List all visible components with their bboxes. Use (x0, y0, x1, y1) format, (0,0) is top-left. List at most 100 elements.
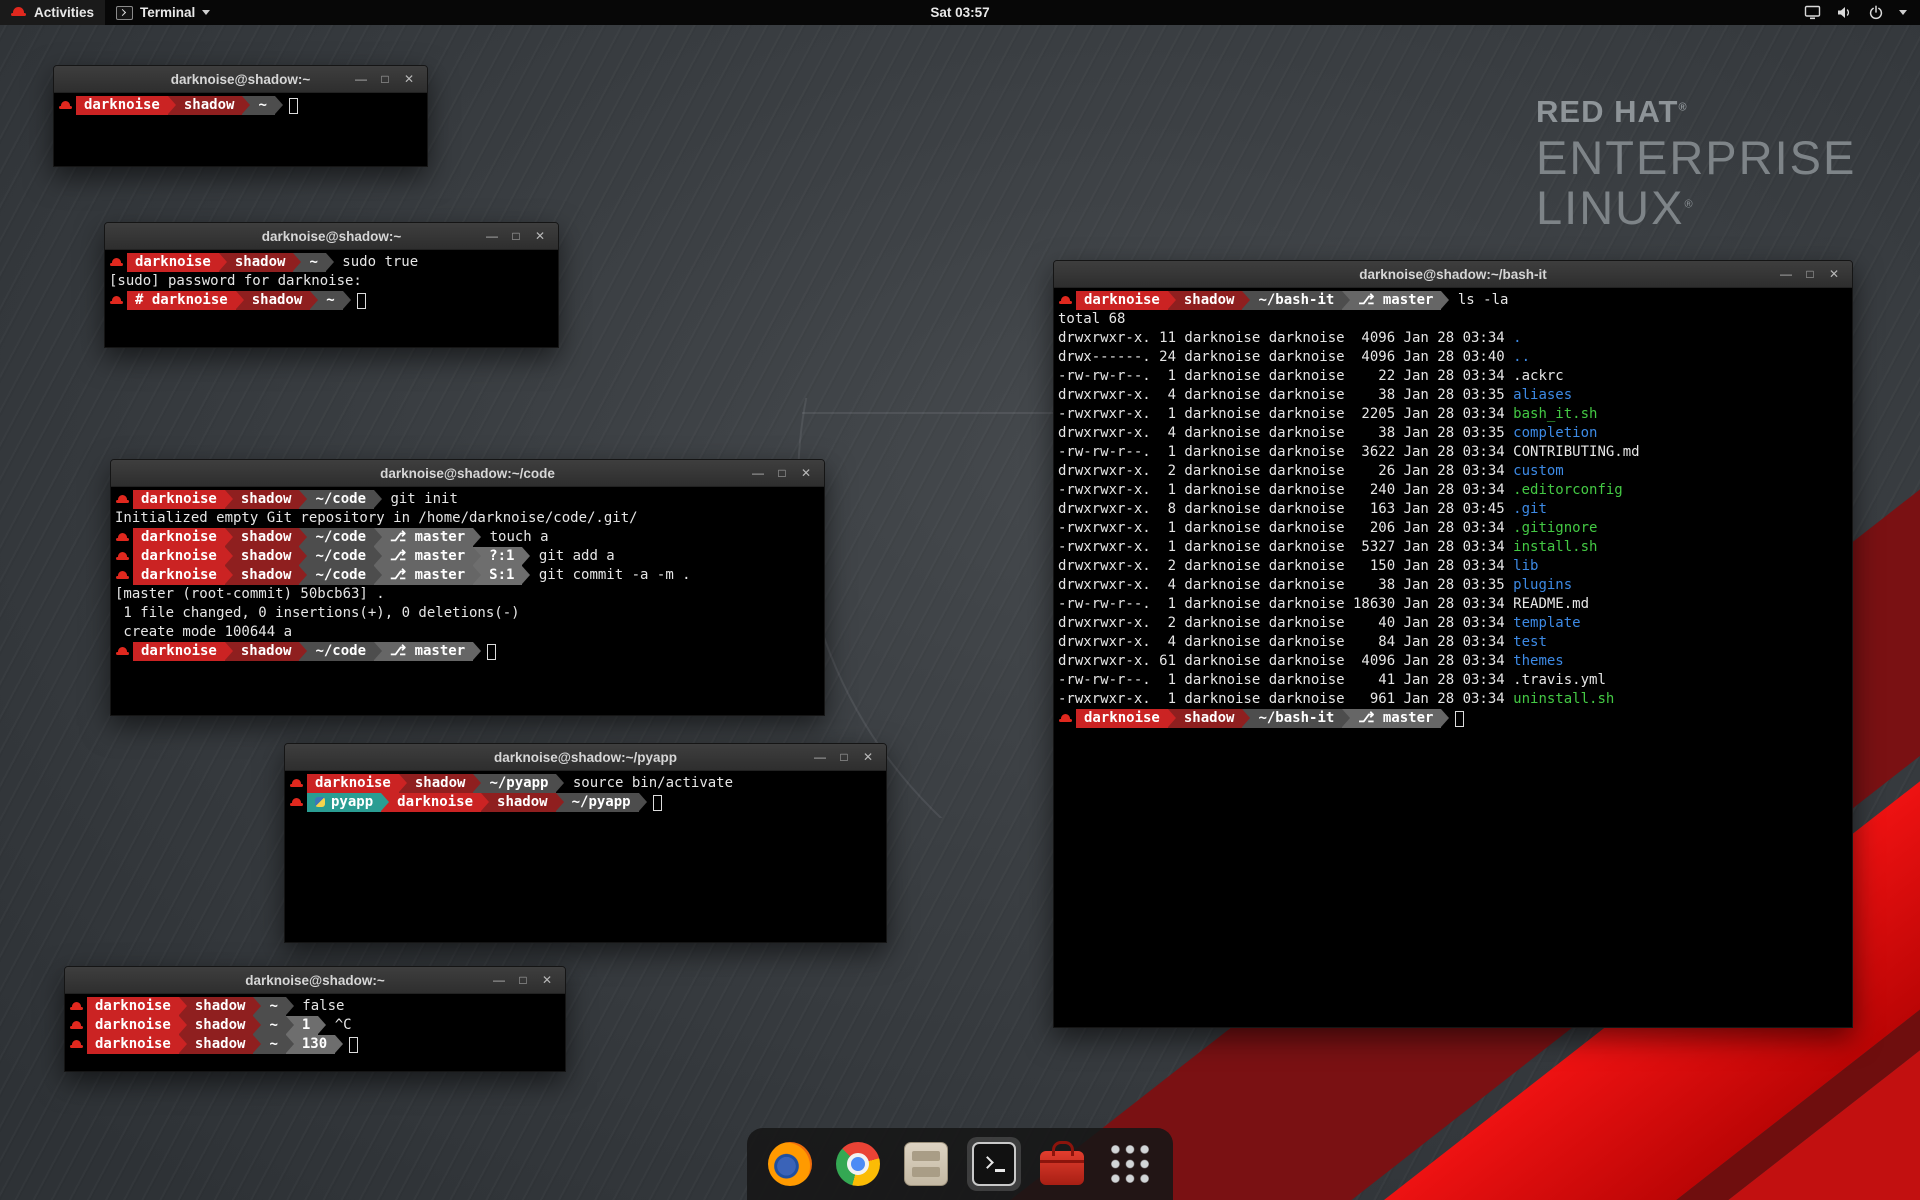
fedora-prompt-icon (115, 547, 131, 566)
terminal-text: drwxrwxr-x. 11 darknoise darknoise 4096 … (1058, 329, 1513, 348)
dock-item-chrome[interactable] (831, 1137, 885, 1191)
terminal-line: drwx------. 24 darknoise darknoise 4096 … (1058, 348, 1848, 367)
close-button[interactable]: ✕ (537, 970, 557, 990)
powerline-separator (1441, 709, 1449, 728)
prompt-segment-user: darknoise (87, 1035, 179, 1054)
minimize-button[interactable]: — (1776, 264, 1796, 284)
dock-item-files[interactable] (899, 1137, 953, 1191)
powerline-separator (343, 291, 351, 310)
maximize-button[interactable]: □ (375, 69, 395, 89)
close-button[interactable]: ✕ (399, 69, 419, 89)
prompt-segment-git: ⎇ master (382, 547, 473, 566)
maximize-button[interactable]: □ (506, 226, 526, 246)
powerline-separator (374, 490, 382, 509)
terminal-body[interactable]: darknoiseshadow~ sudo true[sudo] passwor… (105, 250, 558, 347)
terminal-text: drwxrwxr-x. 2 darknoise darknoise 26 Jan… (1058, 462, 1513, 481)
activities-button[interactable]: Activities (0, 0, 105, 25)
powerline-separator (293, 253, 301, 272)
powerline-separator (374, 566, 382, 585)
powerline-separator (473, 642, 481, 661)
powerline-separator (286, 1035, 294, 1054)
close-button[interactable]: ✕ (1824, 264, 1844, 284)
prompt-segment-user: darknoise (1076, 709, 1168, 728)
terminal-text: git add a (530, 547, 614, 566)
minimize-button[interactable]: — (748, 463, 768, 483)
prompt-segment-host: shadow (489, 793, 556, 812)
window-titlebar[interactable]: darknoise@shadow:~/pyapp — □ ✕ (285, 744, 886, 771)
prompt-segment-path: ~ (261, 1035, 285, 1054)
clock[interactable]: Sat 03:57 (920, 0, 999, 25)
prompt-segment-path: ~/bash-it (1250, 291, 1342, 310)
window-titlebar[interactable]: darknoise@shadow:~/bash-it — □ ✕ (1054, 261, 1852, 288)
prompt-segment-host: shadow (233, 528, 300, 547)
prompt-segment-path: ~ (318, 291, 342, 310)
terminal-cursor (349, 1037, 358, 1053)
powerline-separator (299, 490, 307, 509)
prompt-segment-user: darknoise (127, 253, 219, 272)
files-icon (904, 1142, 948, 1186)
window-titlebar[interactable]: darknoise@shadow:~/code — □ ✕ (111, 460, 824, 487)
prompt-segment-user: darknoise (133, 547, 225, 566)
terminal-line: drwxrwxr-x. 4 darknoise darknoise 38 Jan… (1058, 576, 1848, 595)
terminal-text: README.md (1513, 595, 1589, 614)
terminal-window-pyapp: darknoise@shadow:~/pyapp — □ ✕ darknoise… (284, 743, 887, 943)
prompt-segment-user: darknoise (133, 528, 225, 547)
close-button[interactable]: ✕ (530, 226, 550, 246)
terminal-body[interactable]: darknoiseshadow~ falsedarknoiseshadow~1 … (65, 994, 565, 1071)
power-icon (1868, 5, 1884, 21)
powerline-separator (225, 528, 233, 547)
maximize-button[interactable]: □ (513, 970, 533, 990)
terminal-text: drwxrwxr-x. 61 darknoise darknoise 4096 … (1058, 652, 1513, 671)
terminal-body[interactable]: darknoiseshadow~/code git initInitialize… (111, 487, 824, 715)
terminal-line: pyappdarknoiseshadow~/pyapp (289, 793, 882, 812)
dock-item-firefox[interactable] (763, 1137, 817, 1191)
terminal-line: -rw-rw-r--. 1 darknoise darknoise 3622 J… (1058, 443, 1848, 462)
terminal-text: -rwxrwxr-x. 1 darknoise darknoise 961 Ja… (1058, 690, 1513, 709)
terminal-body[interactable]: darknoiseshadow~/bash-it⎇ master ls -lat… (1054, 288, 1852, 1027)
fedora-prompt-icon (289, 774, 305, 793)
powerline-separator (225, 490, 233, 509)
terminal-body[interactable]: darknoiseshadow~/pyapp source bin/activa… (285, 771, 886, 942)
file-name: themes (1513, 652, 1564, 671)
system-menu-button[interactable] (1791, 0, 1920, 25)
maximize-button[interactable]: □ (772, 463, 792, 483)
minimize-button[interactable]: — (482, 226, 502, 246)
powerline-separator (168, 96, 176, 115)
maximize-button[interactable]: □ (1800, 264, 1820, 284)
powerline-separator (253, 997, 261, 1016)
maximize-button[interactable]: □ (834, 747, 854, 767)
close-button[interactable]: ✕ (858, 747, 878, 767)
minimize-button[interactable]: — (810, 747, 830, 767)
file-name: custom (1513, 462, 1564, 481)
minimize-button[interactable]: — (489, 970, 509, 990)
dock-item-appgrid[interactable] (1103, 1137, 1157, 1191)
fedora-prompt-icon (69, 1035, 85, 1054)
terminal-line: darknoiseshadow~130 (69, 1035, 561, 1054)
fedora-prompt-icon (1058, 709, 1074, 728)
terminal-text: 1 file changed, 0 insertions(+), 0 delet… (115, 604, 520, 623)
dock-item-terminal[interactable] (967, 1137, 1021, 1191)
terminal-text: -rw-rw-r--. 1 darknoise darknoise 41 Jan… (1058, 671, 1513, 690)
window-titlebar[interactable]: darknoise@shadow:~ — □ ✕ (65, 967, 565, 994)
window-titlebar[interactable]: darknoise@shadow:~ — □ ✕ (54, 66, 427, 93)
terminal-line: -rwxrwxr-x. 1 darknoise darknoise 2205 J… (1058, 405, 1848, 424)
terminal-line: drwxrwxr-x. 8 darknoise darknoise 163 Ja… (1058, 500, 1848, 519)
file-name: template (1513, 614, 1580, 633)
close-button[interactable]: ✕ (796, 463, 816, 483)
terminal-body[interactable]: darknoiseshadow~ (54, 93, 427, 166)
app-menu-button[interactable]: Terminal (105, 0, 221, 25)
dock-item-toolbox[interactable] (1035, 1137, 1089, 1191)
terminal-cursor (653, 795, 662, 811)
prompt-segment-host: shadow (244, 291, 311, 310)
prompt-segment-host: shadow (233, 547, 300, 566)
terminal-line: darknoiseshadow~/code⎇ master?:1 git add… (115, 547, 820, 566)
chevron-down-icon (202, 10, 210, 15)
window-titlebar[interactable]: darknoise@shadow:~ — □ ✕ (105, 223, 558, 250)
redhat-icon (11, 6, 27, 19)
fedora-prompt-icon (115, 642, 131, 661)
prompt-segment-git: ⎇ master (382, 528, 473, 547)
minimize-button[interactable]: — (351, 69, 371, 89)
terminal-text: drwxrwxr-x. 4 darknoise darknoise 38 Jan… (1058, 576, 1513, 595)
powerline-separator (481, 793, 489, 812)
powerline-separator (219, 253, 227, 272)
